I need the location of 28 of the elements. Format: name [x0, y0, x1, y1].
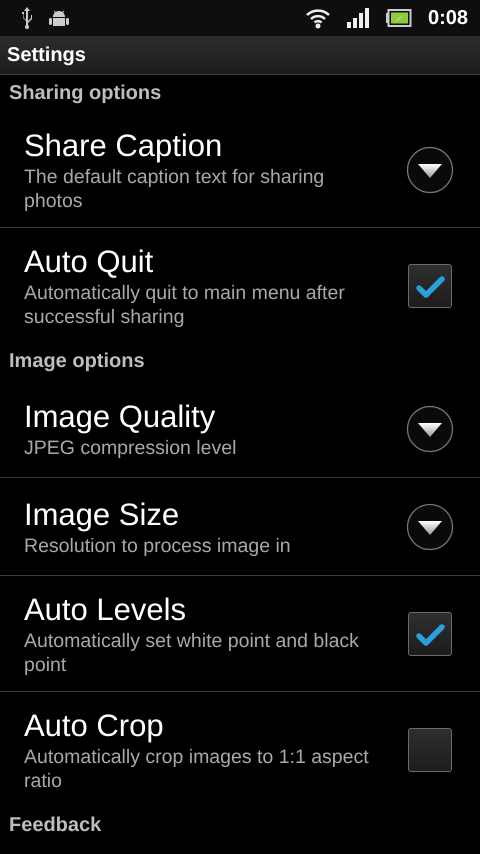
dropdown-button[interactable]	[406, 502, 454, 550]
setting-title: Image Size	[24, 496, 180, 534]
dropdown-button[interactable]	[406, 146, 454, 194]
setting-title: Auto Crop	[24, 707, 165, 745]
checkbox[interactable]	[408, 612, 452, 656]
section-header: Image options	[8, 349, 146, 374]
setting-summary: Automatically quit to main menu after successful sharing	[24, 281, 346, 329]
setting-title: Auto Quit	[24, 243, 154, 281]
android-icon	[48, 8, 70, 28]
clock-time: 0:08	[428, 6, 468, 30]
dropdown-button[interactable]	[406, 404, 454, 452]
checkbox[interactable]	[408, 264, 452, 308]
setting-title: Share Caption	[24, 127, 224, 165]
setting-summary: Resolution to process image in	[24, 534, 292, 558]
usb-icon	[20, 7, 34, 29]
setting-summary: Automatically crop images to 1:1 aspect ratio	[24, 745, 370, 793]
setting-summary: JPEG compression level	[24, 436, 238, 460]
checkbox[interactable]	[408, 728, 452, 772]
setting-summary: Automatically set white point and black point	[24, 629, 360, 677]
wifi-icon	[306, 7, 330, 29]
setting-summary: The default caption text for sharing photos	[24, 165, 326, 213]
screen-title: Settings	[7, 44, 86, 67]
battery-icon	[386, 9, 412, 27]
setting-title: Auto Levels	[24, 591, 187, 629]
section-header: Feedback	[8, 813, 102, 838]
section-header: Sharing options	[8, 81, 162, 106]
signal-icon	[346, 7, 370, 29]
setting-title: Image Quality	[24, 398, 216, 436]
